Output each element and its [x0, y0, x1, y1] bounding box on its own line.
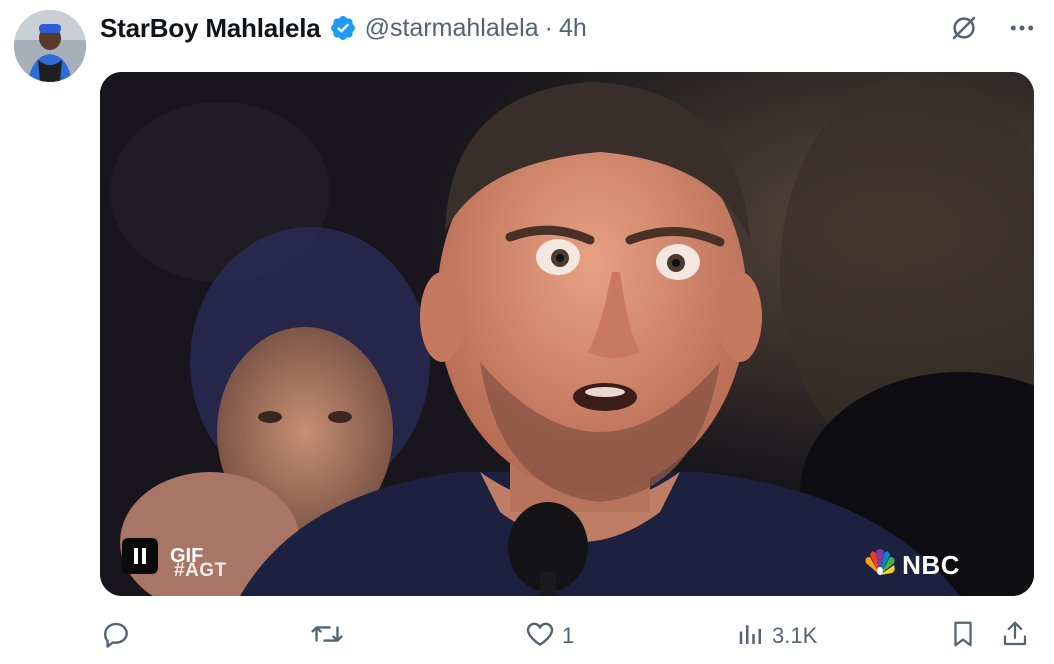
bookmark-button[interactable]	[948, 614, 978, 658]
bookmark-icon	[948, 618, 978, 655]
author-name[interactable]: StarBoy Mahlalela	[100, 13, 321, 44]
grok-slash-circle-icon[interactable]	[946, 10, 982, 46]
video-hashtag-overlay: #AGT	[174, 560, 227, 581]
tweet-header: StarBoy Mahlalela @starmahlalela · 4h	[100, 10, 587, 46]
verified-badge-icon	[329, 14, 357, 42]
tweet-media-gif[interactable]: GIF #AGT NBC	[100, 72, 1034, 596]
tweet-action-bar: 1 3.1K	[100, 614, 1040, 658]
share-upload-icon	[1000, 618, 1030, 655]
peacock-logo-icon	[862, 549, 898, 582]
share-button[interactable]	[1000, 614, 1030, 658]
reply-button[interactable]	[100, 614, 138, 658]
author-avatar[interactable]	[14, 10, 86, 82]
pause-icon[interactable]	[122, 538, 158, 574]
network-watermark: NBC	[862, 549, 960, 582]
views-count: 3.1K	[772, 623, 818, 648]
tweet-top-actions	[946, 10, 1040, 46]
tweet-timestamp[interactable]: 4h	[559, 14, 587, 43]
reply-icon	[100, 618, 132, 655]
heart-icon	[524, 618, 556, 655]
network-label: NBC	[902, 550, 960, 580]
author-handle[interactable]: @starmahlalela	[365, 14, 539, 43]
views-bar-icon	[736, 619, 766, 654]
separator-dot: ·	[544, 13, 553, 42]
like-count: 1	[562, 623, 575, 648]
retweet-button[interactable]	[310, 614, 350, 658]
more-horizontal-icon[interactable]	[1004, 10, 1040, 46]
retweet-icon	[310, 618, 344, 655]
gif-frame-image	[100, 72, 1034, 596]
like-button[interactable]: 1	[524, 614, 574, 658]
views-button[interactable]: 3.1K	[736, 614, 817, 658]
